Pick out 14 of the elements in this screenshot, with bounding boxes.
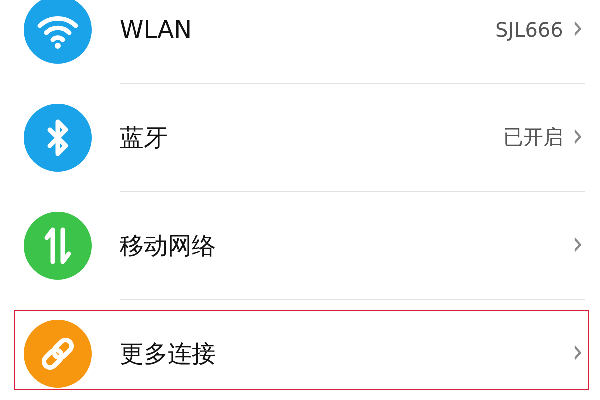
settings-row[interactable]: 移动网络 › bbox=[0, 192, 600, 300]
settings-row[interactable]: 更多连接 › bbox=[0, 300, 600, 400]
setting-label: 更多连接 bbox=[120, 339, 217, 370]
setting-value: 已开启 bbox=[503, 124, 564, 151]
setting-value: SJL666 bbox=[495, 18, 564, 42]
chevron-icon: › bbox=[572, 118, 584, 156]
setting-label: WLAN bbox=[120, 16, 194, 44]
setting-label: 蓝牙 bbox=[120, 122, 169, 154]
chevron-icon: › bbox=[572, 226, 584, 264]
settings-row[interactable]: 蓝牙 已开启 › bbox=[0, 84, 600, 192]
chevron-icon: › bbox=[572, 10, 584, 48]
settings-row[interactable]: WLAN SJL666 › bbox=[0, 0, 600, 84]
setting-label: 移动网络 bbox=[120, 230, 217, 262]
chevron-icon: › bbox=[572, 335, 584, 373]
